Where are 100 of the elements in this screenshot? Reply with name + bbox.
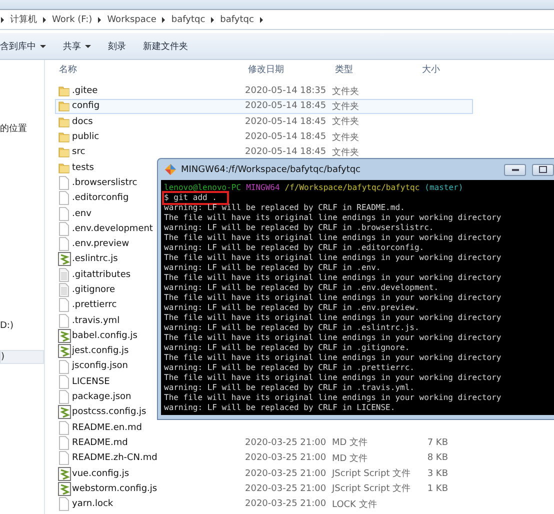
file-icon bbox=[58, 374, 70, 389]
file-name[interactable]: webstorm.config.js bbox=[72, 484, 158, 494]
toolbar-button[interactable]: 共享 bbox=[63, 38, 98, 54]
breadcrumb-item[interactable]: Workspace bbox=[107, 14, 156, 24]
date-cell: 2020-03-25 21:00 bbox=[245, 499, 326, 510]
file-row[interactable]: .editorconfig bbox=[55, 191, 155, 206]
file-icon bbox=[58, 360, 70, 374]
file-name[interactable]: .browserslistrc bbox=[72, 178, 138, 188]
file-row[interactable]: .gitignore bbox=[55, 282, 155, 298]
file-row[interactable]: README.md 2020-03-25 21:00 MD 文件 7 KB bbox=[55, 436, 473, 450]
file-row[interactable]: config 2020-05-14 18:45 文件夹 bbox=[55, 99, 473, 114]
file-name[interactable]: .editorconfig bbox=[72, 193, 129, 204]
file-name[interactable]: postcss.config.js bbox=[72, 407, 146, 418]
file-name[interactable]: tests bbox=[72, 162, 94, 173]
column-header[interactable]: 修改日期 bbox=[246, 62, 286, 76]
minimize-button[interactable] bbox=[504, 164, 526, 176]
file-row[interactable]: .browserslistrc bbox=[55, 176, 155, 190]
file-row[interactable]: webstorm.config.js 2020-03-25 21:00 JScript Script 文件 1 KB bbox=[55, 482, 473, 496]
toolbar-button[interactable]: 含到库中 bbox=[0, 38, 53, 54]
file-row[interactable]: .prettierrc bbox=[55, 298, 155, 312]
script-file-icon bbox=[58, 466, 70, 481]
file-row[interactable]: tests bbox=[55, 160, 155, 175]
output-line: The file will have its original line endings in your working directory bbox=[164, 213, 502, 223]
file-row[interactable]: .travis.yml bbox=[55, 313, 155, 328]
file-name[interactable]: package.json bbox=[72, 392, 132, 402]
file-name[interactable]: .env bbox=[72, 208, 92, 219]
file-name[interactable]: .gitignore bbox=[72, 285, 116, 295]
column-header[interactable]: 大小 bbox=[420, 62, 442, 76]
file-name[interactable]: .env.preview bbox=[72, 239, 130, 250]
breadcrumb-item[interactable]: 计算机 bbox=[10, 13, 37, 26]
file-name[interactable]: .eslintrc.js bbox=[72, 254, 118, 264]
file-row[interactable]: README.zh-CN.md 2020-03-25 21:00 MD 文件 8 KB bbox=[55, 451, 473, 466]
file-name[interactable]: .gitee bbox=[72, 86, 98, 96]
file-row[interactable]: .gitattributes bbox=[55, 268, 155, 282]
toolbar-button[interactable]: 新建文件夹 bbox=[143, 38, 195, 54]
file-name[interactable]: README.md bbox=[72, 438, 128, 448]
breadcrumb-item[interactable]: bafytqc bbox=[220, 14, 254, 24]
output-line: warning: LF will be replaced by CRLF in .gitignore. bbox=[164, 343, 410, 353]
address-bar[interactable]: 计算机 Work (F:) Workspace bafytqc bafytqc bbox=[0, 9, 554, 30]
file-name[interactable]: README.zh-CN.md bbox=[72, 453, 158, 464]
file-name[interactable]: .prettierrc bbox=[72, 300, 117, 310]
file-name[interactable]: LICENSE bbox=[72, 376, 110, 387]
file-name[interactable]: .travis.yml bbox=[72, 316, 120, 326]
file-icon bbox=[58, 191, 70, 206]
file-name[interactable]: jest.config.js bbox=[72, 346, 129, 356]
file-row[interactable]: README.en.md bbox=[55, 420, 155, 435]
file-row[interactable]: .env.development bbox=[55, 222, 155, 236]
file-row[interactable]: yarn.lock 2020-03-25 21:00 LOCK 文件 bbox=[55, 497, 473, 512]
breadcrumb-item[interactable]: bafytqc bbox=[171, 14, 206, 24]
file-row[interactable]: .env bbox=[55, 206, 155, 221]
column-header[interactable]: 名称 bbox=[57, 62, 79, 76]
type-cell-text: 文件夹 bbox=[332, 116, 359, 128]
file-name[interactable]: docs bbox=[72, 116, 93, 127]
output-line: warning: LF will be replaced by CRLF in .eslintrc.js. bbox=[164, 323, 420, 333]
folder-icon bbox=[58, 162, 70, 174]
nav-item[interactable]: 的位置 bbox=[0, 121, 29, 136]
file-row[interactable]: public 2020-05-14 18:45 文件夹 bbox=[55, 130, 473, 144]
column-header[interactable]: 类型 bbox=[333, 62, 355, 76]
script-file-icon bbox=[58, 328, 70, 343]
file-icon bbox=[58, 420, 70, 435]
nav-item[interactable]: D:) bbox=[0, 320, 16, 332]
size-cell-text: 7 KB bbox=[426, 438, 448, 448]
caret-icon bbox=[40, 44, 46, 48]
file-name[interactable]: .gitattributes bbox=[72, 270, 131, 280]
output-line: The file will have its original line endings in your working directory bbox=[164, 293, 502, 303]
file-row[interactable]: jest.config.js bbox=[55, 344, 155, 358]
file-name[interactable]: .env.development bbox=[72, 224, 153, 234]
file-row[interactable]: LICENSE bbox=[55, 374, 155, 389]
output-line: The file will have its original line endings in your working directory bbox=[164, 273, 502, 283]
date-cell: 2020-03-25 21:00 bbox=[245, 453, 326, 464]
type-cell-text: 文件夹 bbox=[332, 132, 359, 144]
breadcrumb-arrow-icon bbox=[162, 16, 166, 22]
file-row[interactable]: src 2020-05-14 18:45 文件夹 bbox=[55, 145, 473, 160]
folder-icon bbox=[58, 116, 70, 128]
file-name[interactable]: yarn.lock bbox=[72, 499, 114, 510]
file-row[interactable]: docs 2020-05-14 18:45 文件夹 bbox=[55, 114, 473, 129]
file-row[interactable]: jsconfig.json bbox=[55, 359, 155, 374]
folder-icon bbox=[58, 100, 70, 112]
breadcrumb-item[interactable]: Work (F:) bbox=[52, 14, 92, 24]
file-row[interactable]: .eslintrc.js bbox=[55, 252, 155, 267]
file-name[interactable]: README.en.md bbox=[72, 422, 142, 433]
output-line: The file will have its original line endings in your working directory bbox=[164, 393, 502, 403]
file-row[interactable]: babel.config.js bbox=[55, 328, 155, 344]
file-row[interactable]: package.json bbox=[55, 390, 155, 404]
file-row[interactable]: vue.config.js 2020-03-25 21:00 JScript Script 文件 3 KB bbox=[55, 466, 473, 481]
prompt-branch: (master) bbox=[424, 183, 464, 193]
file-name[interactable]: vue.config.js bbox=[72, 468, 130, 479]
file-name[interactable]: src bbox=[72, 147, 86, 158]
file-name[interactable]: config bbox=[72, 101, 100, 112]
script-file-icon bbox=[58, 482, 70, 496]
file-name[interactable]: public bbox=[72, 132, 100, 142]
file-name[interactable]: jsconfig.json bbox=[72, 361, 128, 372]
file-row[interactable]: .gitee 2020-05-14 18:35 文件夹 bbox=[55, 84, 473, 98]
nav-item[interactable]: ) bbox=[0, 350, 44, 364]
file-row[interactable]: .env.preview bbox=[55, 236, 155, 252]
toolbar-button[interactable]: 刻录 bbox=[108, 38, 133, 54]
output-line: warning: LF will be replaced by CRLF in .env.preview. bbox=[164, 303, 420, 313]
file-name[interactable]: babel.config.js bbox=[72, 330, 138, 341]
maximize-button[interactable] bbox=[532, 164, 554, 176]
file-row[interactable]: postcss.config.js bbox=[55, 405, 155, 420]
